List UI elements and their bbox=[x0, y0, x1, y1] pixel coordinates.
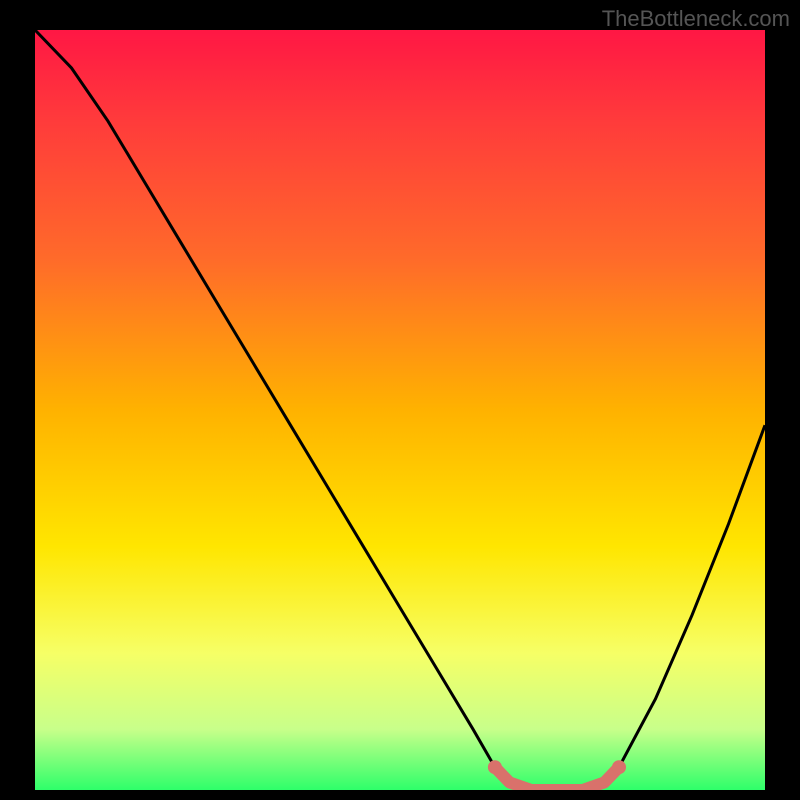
chart-area bbox=[35, 30, 765, 790]
optimal-start-dot bbox=[488, 760, 502, 774]
optimal-end-dot bbox=[612, 760, 626, 774]
watermark-text: TheBottleneck.com bbox=[602, 6, 790, 32]
chart-svg bbox=[35, 30, 765, 790]
gradient-rect bbox=[35, 30, 765, 790]
